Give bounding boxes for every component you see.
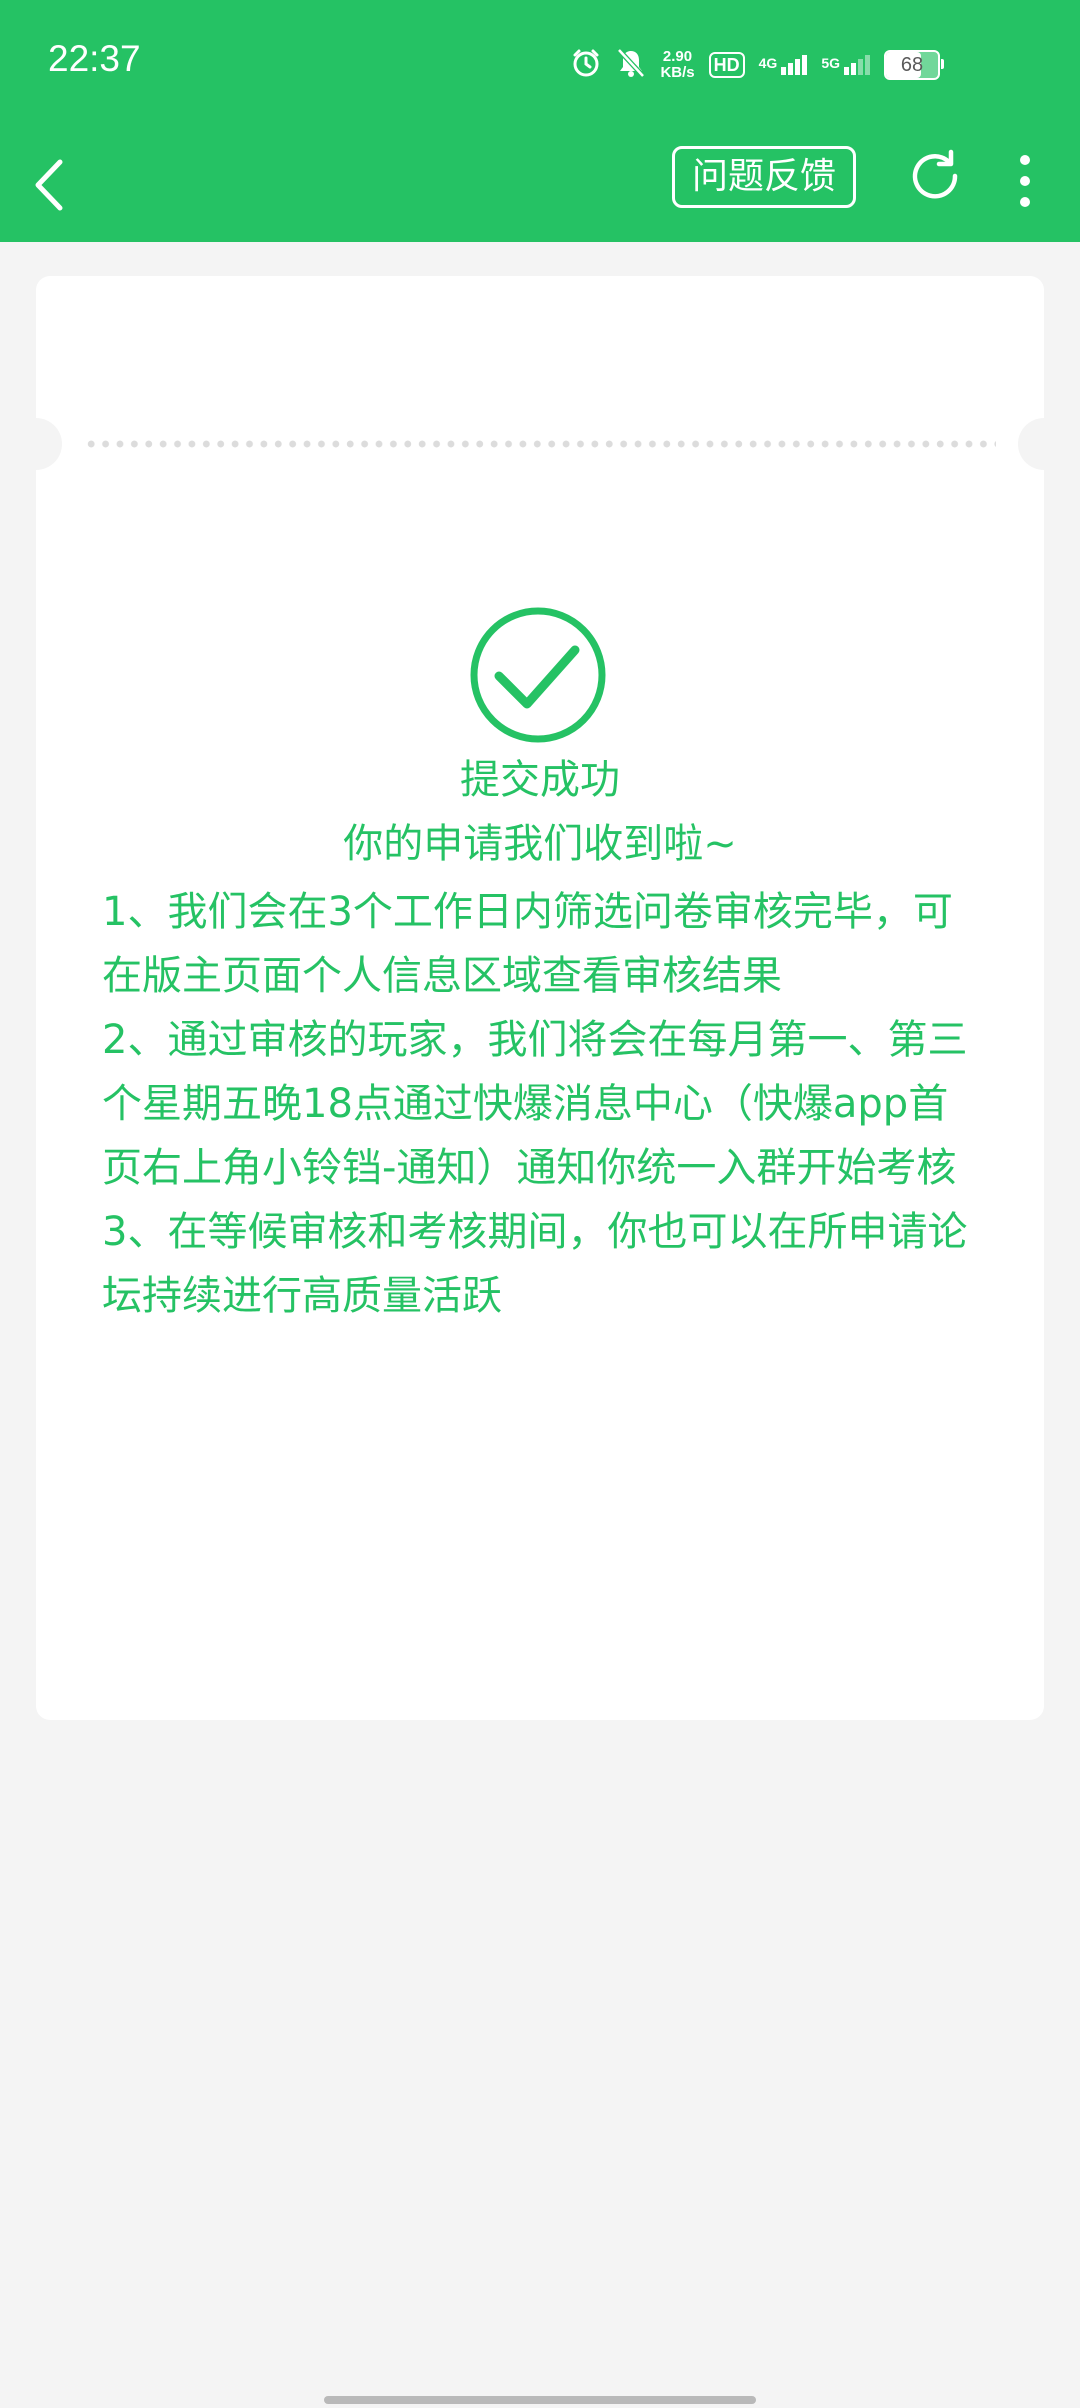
net-speed-unit: KB/s bbox=[660, 64, 695, 81]
success-check-icon bbox=[469, 606, 607, 744]
status-bar: 22:37 2.90 KB/s HD 4G 5G 68 bbox=[0, 0, 1080, 128]
home-indicator[interactable] bbox=[324, 2396, 756, 2404]
signal-icon: 4G bbox=[759, 55, 808, 75]
notice-item: 3、在等候审核和考核期间，你也可以在所申请论坛持续进行高质量活跃 bbox=[102, 1209, 968, 1319]
app-bar: 问题反馈 bbox=[0, 128, 1080, 242]
notice-list: 1、我们会在3个工作日内筛选问卷审核完毕，可在版主页面个人信息区域查看审核结果 … bbox=[102, 880, 980, 1328]
more-options-button[interactable] bbox=[1005, 146, 1045, 216]
alarm-icon bbox=[570, 47, 602, 83]
more-vertical-icon bbox=[1020, 155, 1030, 207]
success-title: 提交成功 bbox=[460, 757, 620, 803]
success-subtitle: 你的申请我们收到啦~ bbox=[343, 821, 737, 867]
refresh-button[interactable] bbox=[905, 146, 965, 206]
notice-item: 2、通过审核的玩家，我们将会在每月第一、第三个星期五晚18点通过快爆消息中心（快… bbox=[102, 1017, 968, 1191]
sim2-network-label: 5G bbox=[821, 55, 840, 71]
notice-item: 1、我们会在3个工作日内筛选问卷审核完毕，可在版主页面个人信息区域查看审核结果 bbox=[102, 889, 953, 999]
battery-icon: 68 bbox=[884, 50, 944, 80]
dotted-divider bbox=[84, 440, 996, 448]
card-notch-right bbox=[1018, 418, 1070, 470]
mute-bell-icon bbox=[616, 47, 646, 83]
status-icons: 2.90 KB/s HD 4G 5G 68 bbox=[570, 40, 944, 90]
net-speed-value: 2.90 bbox=[662, 48, 693, 65]
net-speed: 2.90 KB/s bbox=[660, 49, 694, 81]
battery-level: 68 bbox=[900, 53, 924, 76]
feedback-button[interactable]: 问题反馈 bbox=[672, 146, 856, 208]
chevron-left-icon bbox=[35, 159, 63, 211]
card-notch-left bbox=[10, 418, 62, 470]
signal-icon-2: 5G bbox=[821, 55, 870, 75]
sim1-network-label: 4G bbox=[758, 55, 778, 71]
back-button[interactable] bbox=[28, 150, 98, 220]
status-time: 22:37 bbox=[48, 38, 141, 79]
hd-badge: HD bbox=[708, 52, 745, 78]
refresh-icon bbox=[912, 149, 958, 199]
